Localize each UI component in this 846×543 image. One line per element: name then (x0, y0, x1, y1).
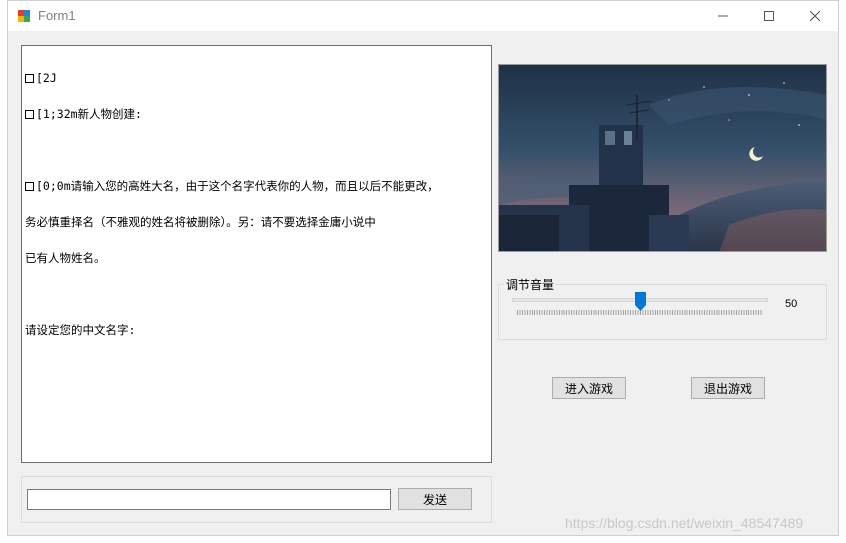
volume-label: 调节音量 (504, 276, 557, 293)
volume-groupbox: 调节音量 50 (498, 276, 827, 340)
console-line: ​ (25, 144, 488, 156)
enter-game-button[interactable]: 进入游戏 (552, 377, 626, 399)
console-line: [0;0m请输入您的高姓大名，由于这个名字代表你的人物，而且以后不能更改， (25, 180, 488, 192)
minimize-button[interactable] (700, 1, 746, 31)
console-line: 务必慎重择名（不雅观的姓名将被删除）。另：请不要选择金庸小说中 (25, 215, 376, 229)
minimize-icon (718, 15, 728, 17)
close-icon (810, 11, 820, 21)
form1-window: Form1 [2J [1;32m新人物创建: ​ [0;0m请输入您的高姓大名，… (7, 0, 839, 536)
console-line: [2J (25, 72, 488, 84)
unknown-char-box (25, 182, 34, 191)
unknown-char-box (25, 74, 34, 83)
maximize-icon (764, 11, 774, 21)
volume-value: 50 (785, 298, 798, 310)
console-line: 请设定您的中文名字: (25, 323, 136, 337)
volume-slider-thumb[interactable] (635, 292, 646, 311)
console-output[interactable]: [2J [1;32m新人物创建: ​ [0;0m请输入您的高姓大名，由于这个名字… (21, 45, 492, 463)
watermark-text: https://blog.csdn.net/weixin_48547489 (565, 515, 804, 531)
window-title: Form1 (38, 8, 76, 23)
message-groupbox: 发送 (21, 476, 492, 523)
console-line: ​ (25, 288, 488, 300)
console-line: [1;32m新人物创建: (25, 108, 488, 120)
console-line: 已有人物姓名。 (25, 251, 106, 265)
scene-picture (498, 64, 827, 252)
close-button[interactable] (792, 1, 838, 31)
title-bar[interactable]: Form1 (8, 1, 838, 31)
unknown-char-box (25, 110, 34, 119)
app-icon[interactable] (18, 10, 31, 23)
night-city-illustration (499, 65, 826, 251)
maximize-button[interactable] (746, 1, 792, 31)
message-input[interactable] (27, 489, 391, 510)
exit-game-button[interactable]: 退出游戏 (691, 377, 765, 399)
send-button[interactable]: 发送 (398, 488, 472, 510)
